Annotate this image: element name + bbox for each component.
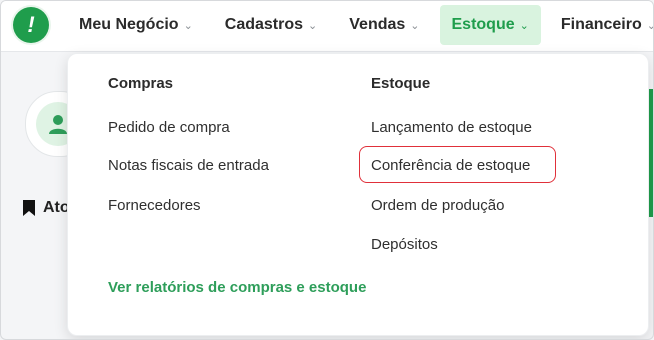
app-logo[interactable]: ! (13, 7, 49, 43)
estoque-heading: Estoque (371, 75, 431, 92)
chevron-down-icon: ⌄ (519, 19, 529, 32)
app-window: ! Meu Negócio ⌄ Cadastros ⌄ Vendas ⌄ Est… (0, 0, 654, 340)
menu-item-fornecedores[interactable]: Fornecedores (108, 197, 201, 214)
reports-link[interactable]: Ver relatórios de compras e estoque (108, 279, 366, 296)
logo-glyph: ! (27, 12, 35, 37)
chevron-down-icon: ⌄ (308, 19, 318, 32)
menu-item-notas-fiscais-de-entrada[interactable]: Notas fiscais de entrada (108, 157, 269, 174)
nav-item-label: Estoque (451, 16, 515, 33)
main-nav: Meu Negócio ⌄ Cadastros ⌄ Vendas ⌄ Estoq… (67, 5, 653, 45)
nav-item-financeiro[interactable]: Financeiro ⌄ (549, 5, 653, 45)
nav-item-label: Vendas (349, 16, 406, 33)
nav-item-label: Financeiro (560, 16, 642, 33)
nav-item-estoque[interactable]: Estoque ⌄ (439, 5, 541, 45)
nav-item-cadastros[interactable]: Cadastros ⌄ (213, 5, 329, 45)
nav-item-label: Meu Negócio (79, 16, 179, 33)
chevron-down-icon: ⌄ (410, 19, 420, 32)
top-navigation-bar: ! Meu Negócio ⌄ Cadastros ⌄ Vendas ⌄ Est… (1, 1, 653, 52)
estoque-dropdown-menu: Compras Pedido de compra Notas fiscais d… (67, 53, 649, 336)
menu-item-depositos[interactable]: Depósitos (371, 236, 438, 253)
chevron-down-icon: ⌄ (183, 19, 193, 32)
compras-heading: Compras (108, 75, 174, 92)
menu-item-lancamento-de-estoque[interactable]: Lançamento de estoque (371, 119, 532, 136)
section-heading: Ato (43, 199, 70, 216)
nav-item-meu-negocio[interactable]: Meu Negócio ⌄ (67, 5, 205, 45)
chevron-down-icon: ⌄ (647, 19, 653, 32)
nav-item-vendas[interactable]: Vendas ⌄ (337, 5, 431, 45)
menu-item-conferencia-de-estoque[interactable]: Conferência de estoque (371, 157, 530, 174)
nav-item-label: Cadastros (224, 16, 304, 33)
menu-item-ordem-de-producao[interactable]: Ordem de produção (371, 197, 504, 214)
menu-item-pedido-de-compra[interactable]: Pedido de compra (108, 119, 230, 136)
bookmark-icon (23, 200, 35, 216)
